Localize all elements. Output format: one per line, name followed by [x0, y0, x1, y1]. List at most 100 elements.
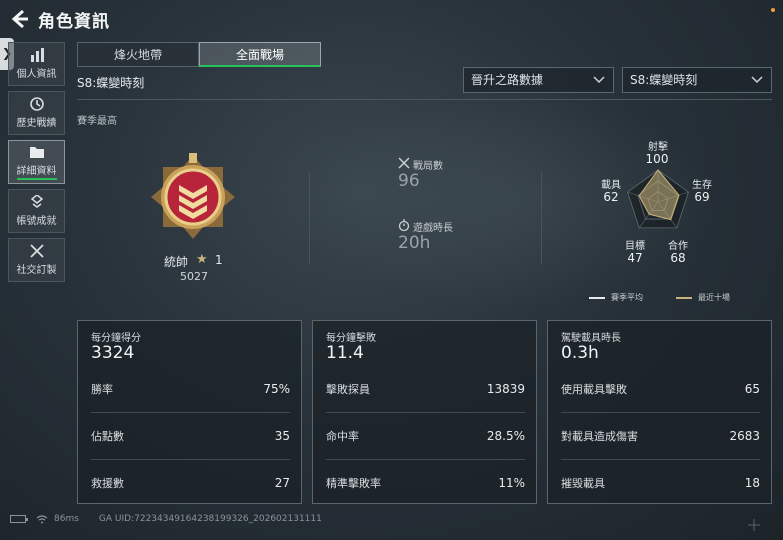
tab-extraction[interactable]: 烽火地帶 [77, 42, 199, 67]
uid-text: GA UID:72234349164238199326_202602131111 [98, 514, 322, 524]
radar-label-vehicle: 載具 [601, 180, 621, 191]
legend-label: 賽季平均 [611, 293, 643, 302]
row-label: 勝率 [91, 383, 113, 396]
row-label: 命中率 [326, 430, 359, 443]
wifi-icon [36, 514, 48, 523]
sidebar-item-social[interactable]: 社交訂製 [8, 238, 65, 282]
card-row: 使用載具擊敗 65 [561, 366, 760, 412]
radar-label-shooting: 射擊 [648, 142, 668, 153]
sidebar-item-profile[interactable]: 個人資訊 [8, 42, 65, 86]
row-value: 18 [744, 476, 760, 490]
sidebar-item-label: 詳細資料 [16, 162, 57, 180]
season-select-value: S8:蝶變時刻 [630, 73, 698, 87]
row-value: 65 [744, 382, 760, 396]
sidebar-item-label: 歷史戰績 [16, 118, 57, 129]
sidebar-item-history[interactable]: 歷史戰績 [8, 91, 65, 135]
legend-label: 最近十場 [698, 293, 730, 302]
plus-icon [748, 519, 760, 531]
data-type-select[interactable]: 晉升之路數據 [463, 67, 614, 93]
divider [541, 172, 542, 264]
rank-points: 5027 [180, 270, 208, 283]
row-value: 13839 [486, 382, 525, 396]
ping-value: 86ms [54, 514, 79, 524]
matches-value: 96 [398, 171, 420, 191]
card-big-value: 3324 [91, 343, 135, 363]
row-value: 2683 [729, 429, 760, 443]
sidebar-item-label: 社交訂製 [16, 265, 57, 276]
season-label: S8:蝶變時刻 [77, 76, 145, 90]
card-row: 勝率 75% [91, 366, 290, 412]
card-title: 每分鐘得分 [91, 333, 141, 344]
medal-icon [30, 195, 43, 208]
data-type-value: 晉升之路數據 [471, 73, 544, 87]
playtime-value: 20h [398, 233, 431, 253]
divider [309, 172, 310, 264]
card-row: 擊敗探員 13839 [326, 366, 525, 412]
sidebar-item-label: 個人資訊 [16, 69, 57, 80]
legend-line [589, 296, 605, 299]
folder-icon [29, 146, 44, 158]
notification-dot [771, 8, 775, 12]
card-big-value: 11.4 [326, 343, 364, 363]
status-bar: 86ms GA UID:72234349164238199326_2026021… [10, 514, 322, 524]
card-row: 摧毀載具 18 [561, 460, 760, 506]
radar-label-teamwork: 合作 [668, 241, 688, 252]
tab-full-battlefield[interactable]: 全面戰場 [199, 42, 321, 67]
bar-chart-icon [30, 48, 44, 62]
stat-card-vehicle: 駕駛載具時長 0.3h 使用載具擊敗 65 對載具造成傷害 2683 摧毀載具 18 [547, 320, 772, 504]
card-big-value: 0.3h [561, 343, 599, 363]
mode-tabs: 烽火地帶 全面戰場 [77, 42, 321, 67]
matches-label: 戰局數 [413, 161, 443, 172]
rank-star-count: 1 [215, 253, 223, 267]
radar-value-vehicle: 62 [603, 190, 619, 204]
divider [77, 99, 772, 100]
radar-value-objective: 47 [627, 251, 643, 265]
legend-item-season-average: 賽季平均 [589, 292, 643, 303]
card-row: 精準擊敗率 11% [326, 460, 525, 506]
row-label: 佔點數 [91, 430, 124, 443]
legend-line [676, 296, 692, 299]
sidebar: 個人資訊 歷史戰績 詳細資料 帳號成就 社交訂製 [8, 42, 65, 287]
legend-item-last-ten: 最近十場 [676, 292, 730, 303]
page-title: 角色資訊 [38, 12, 110, 32]
card-row: 對載具造成傷害 2683 [561, 413, 760, 459]
sidebar-item-details[interactable]: 詳細資料 [8, 140, 65, 184]
season-select[interactable]: S8:蝶變時刻 [622, 67, 772, 93]
rank-name: 統帥 [164, 255, 189, 269]
row-value: 27 [274, 476, 290, 490]
row-label: 擊敗探員 [326, 383, 370, 396]
chevron-down-icon [593, 76, 605, 84]
crossed-swords-icon [398, 157, 410, 169]
back-arrow-icon[interactable] [8, 8, 30, 30]
star-icon: ★ [196, 252, 208, 267]
radar-value-teamwork: 68 [670, 251, 686, 265]
history-icon [29, 97, 44, 111]
row-label: 精準擊敗率 [326, 477, 381, 490]
row-value: 11% [498, 476, 525, 490]
playtime-label: 遊戲時長 [413, 223, 453, 234]
stat-card-kills: 每分鐘擊敗 11.4 擊敗探員 13839 命中率 28.5% 精準擊敗率 11% [312, 320, 537, 504]
tools-icon [29, 244, 44, 258]
radar-chart [627, 169, 689, 229]
chevron-down-icon [751, 76, 763, 84]
row-value: 35 [274, 429, 290, 443]
radar-label-objective: 目標 [625, 241, 645, 252]
row-label: 使用載具擊敗 [561, 383, 627, 396]
row-label: 救援數 [91, 477, 124, 490]
row-value: 28.5% [486, 429, 525, 443]
stat-card-score: 每分鐘得分 3324 勝率 75% 佔點數 35 救援數 27 [77, 320, 302, 504]
card-title: 駕駛載具時長 [561, 333, 621, 344]
row-label: 對載具造成傷害 [561, 430, 638, 443]
card-title: 每分鐘擊敗 [326, 333, 376, 344]
row-label: 摧毀載具 [561, 477, 605, 490]
season-best-label: 賽季最高 [77, 116, 117, 127]
sidebar-item-label: 帳號成就 [16, 216, 57, 227]
rank-badge-icon [151, 153, 235, 239]
card-row: 佔點數 35 [91, 413, 290, 459]
battery-icon [10, 515, 28, 523]
row-value: 75% [263, 382, 290, 396]
card-row: 命中率 28.5% [326, 413, 525, 459]
stopwatch-icon [398, 219, 410, 231]
card-row: 救援數 27 [91, 460, 290, 506]
sidebar-item-achievements[interactable]: 帳號成就 [8, 189, 65, 233]
